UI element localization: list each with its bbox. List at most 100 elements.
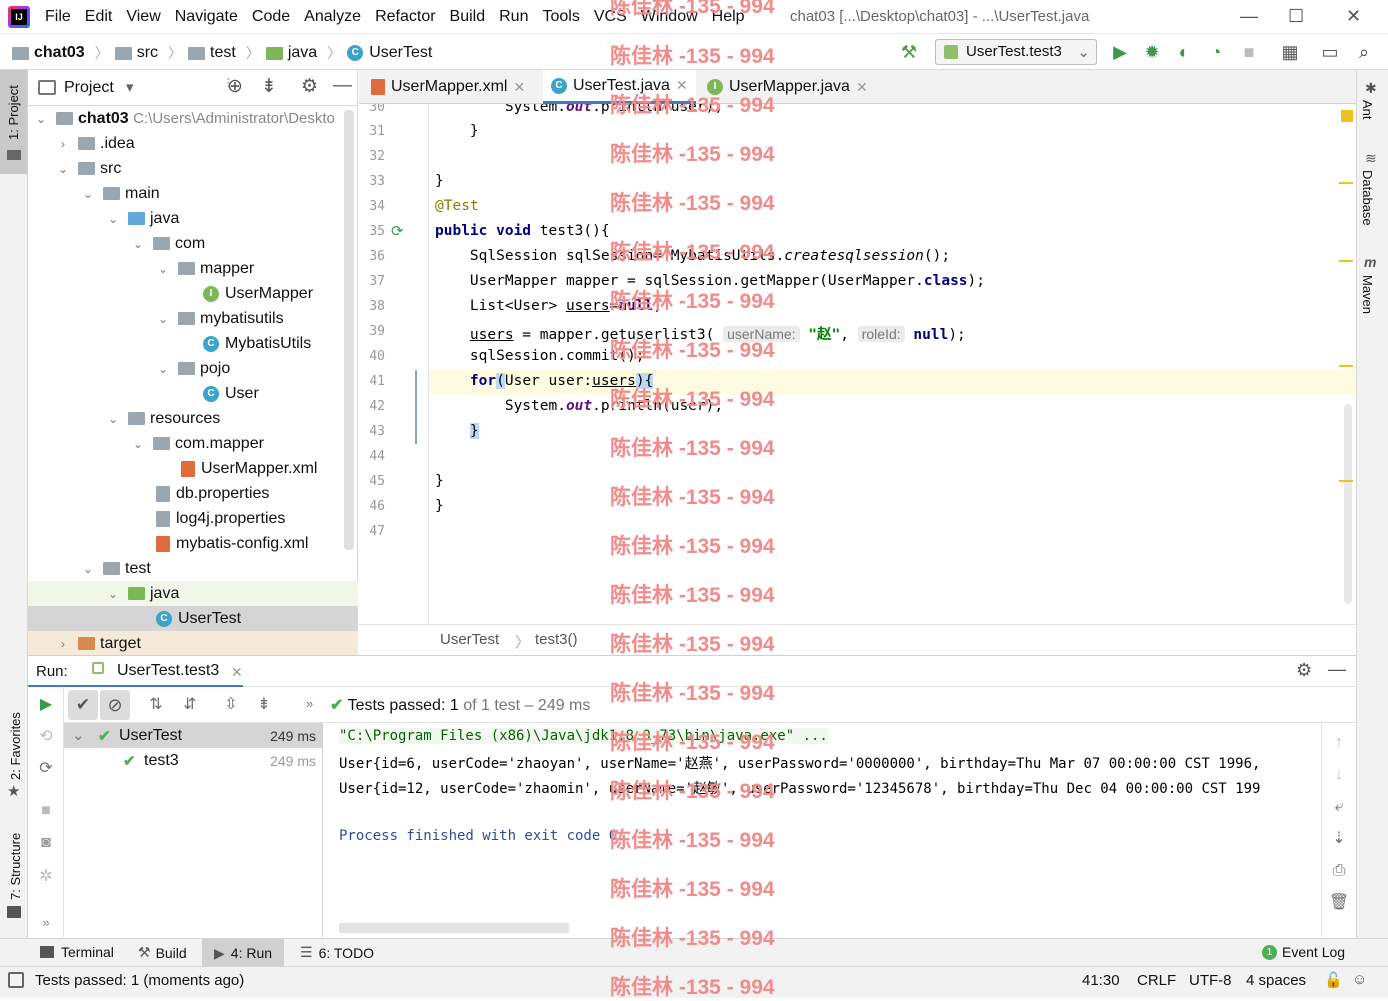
run-icon[interactable]: ▶ [1108, 40, 1132, 64]
menu-refactor[interactable]: Refactor [375, 8, 435, 26]
structure-tab[interactable]: 7: Structure [8, 833, 23, 900]
collapse-all-icon[interactable]: ⇟ [252, 693, 276, 717]
tree-item-pojo[interactable]: ⌄ pojo [28, 356, 358, 381]
stop-icon[interactable]: ■ [34, 799, 58, 823]
crumb-java[interactable]: java [265, 44, 317, 62]
run-test-gutter-icon[interactable]: ⟳ [391, 222, 404, 240]
editor-scrollbar[interactable] [1344, 404, 1352, 604]
ant-tab[interactable]: Ant [1360, 100, 1375, 120]
chevron-down-icon[interactable]: ▾ [126, 78, 134, 96]
menu-help[interactable]: Help [712, 8, 745, 26]
menu-run[interactable]: Run [499, 8, 528, 26]
presentation-icon[interactable]: ▭ [1318, 40, 1342, 64]
rerun-failed-icon[interactable]: ⟲ [34, 725, 58, 749]
terminal-tool-button[interactable]: Terminal [40, 944, 114, 960]
indent-setting[interactable]: 4 spaces [1246, 972, 1306, 989]
close-tab-icon[interactable]: ✕ [231, 664, 243, 681]
more-icon[interactable]: » [306, 696, 313, 711]
down-arrow-icon[interactable]: ↓ [1327, 763, 1351, 787]
menu-navigate[interactable]: Navigate [175, 8, 238, 26]
caret-position[interactable]: 41:30 [1082, 972, 1120, 989]
show-ignored-icon[interactable]: ⊘ [100, 690, 130, 720]
file-encoding[interactable]: UTF-8 [1189, 972, 1232, 989]
hide-icon[interactable]: — [333, 75, 352, 97]
tree-item-com[interactable]: ⌄ com [28, 231, 358, 256]
tree-item-log4j-properties[interactable]: log4j.properties [28, 506, 358, 531]
tree-item-mybatisutils-class[interactable]: C MybatisUtils [28, 331, 358, 356]
profile-icon[interactable]: ◔ [1204, 40, 1228, 64]
rerun-icon[interactable]: ▶ [34, 693, 58, 717]
tree-item-usermapper[interactable]: I UserMapper [28, 281, 358, 306]
menu-build[interactable]: Build [450, 8, 486, 26]
hammer-build-icon[interactable]: ⚒ [897, 40, 921, 64]
settings-icon[interactable]: ✲ [34, 865, 58, 889]
crumb-project[interactable]: chat03 [12, 44, 85, 62]
expand-all-icon[interactable]: ⇳ [219, 693, 243, 717]
tree-item-src[interactable]: ⌄ src [28, 156, 358, 181]
sort-alpha-icon[interactable]: ⇅ [144, 693, 168, 717]
menu-vcs[interactable]: VCS [594, 8, 627, 26]
locate-icon[interactable]: ⊕ [227, 75, 243, 98]
tree-item-main[interactable]: ⌄ main [28, 181, 358, 206]
run-tab[interactable]: UserTest.test3 [117, 662, 219, 680]
tree-item-com-mapper[interactable]: ⌄ com.mapper [28, 431, 358, 456]
run-configuration-select[interactable]: UserTest.test3 ⌄ [935, 39, 1097, 65]
scroll-to-end-icon[interactable]: ⇣ [1327, 827, 1351, 851]
debug-icon[interactable]: ✹ [1140, 40, 1164, 64]
run-tool-button[interactable]: ▶ 4: Run [202, 939, 284, 967]
database-tab[interactable]: Database [1360, 170, 1375, 226]
close-tab-icon[interactable]: ✕ [513, 79, 525, 96]
tree-item-resources[interactable]: ⌄ resources [28, 406, 358, 431]
print-icon[interactable]: ⎙ [1327, 859, 1351, 883]
tab-usertest-java[interactable]: C UserTest.java ✕ [543, 70, 696, 104]
favorites-tab[interactable]: 2: Favorites [8, 712, 23, 780]
soft-wrap-icon[interactable]: ⤶ [1327, 795, 1351, 819]
gear-icon[interactable]: ⚙ [301, 75, 318, 98]
tree-item-test[interactable]: ⌄ test [28, 556, 358, 581]
tree-item-test-java[interactable]: ⌄ java [28, 581, 358, 606]
hide-icon[interactable]: — [1328, 659, 1346, 680]
vertical-scrollbar[interactable] [344, 110, 354, 550]
breadcrumb-method[interactable]: test3() [535, 631, 578, 648]
up-arrow-icon[interactable]: ↑ [1327, 731, 1351, 755]
tree-item-idea[interactable]: › .idea [28, 131, 358, 156]
close-tab-icon[interactable]: ✕ [676, 77, 688, 94]
tree-item-db-properties[interactable]: db.properties [28, 481, 358, 506]
tab-usermapper-xml[interactable]: UserMapper.xml ✕ [363, 70, 533, 104]
crumb-usertest[interactable]: C UserTest [347, 44, 432, 62]
line-separator[interactable]: CRLF [1137, 972, 1176, 989]
status-message[interactable]: Tests passed: 1 (moments ago) [35, 972, 244, 989]
tool-windows-icon[interactable] [8, 972, 24, 988]
show-passed-icon[interactable]: ✔ [68, 690, 98, 720]
build-tool-button[interactable]: ⚒ Build [138, 944, 187, 961]
menu-window[interactable]: Window [641, 8, 698, 26]
tree-item-mybatis-config[interactable]: mybatis-config.xml [28, 531, 358, 556]
menu-analyze[interactable]: Analyze [304, 8, 361, 26]
gear-icon[interactable]: ⚙ [1296, 660, 1312, 681]
event-log-button[interactable]: 1 Event Log [1262, 944, 1345, 960]
tree-item-mybatisutils[interactable]: ⌄ mybatisutils [28, 306, 358, 331]
maximize-icon[interactable]: ☐ [1288, 6, 1304, 27]
tree-item-main-java[interactable]: ⌄ java [28, 206, 358, 231]
todo-tool-button[interactable]: ☰ 6: TODO [300, 944, 374, 961]
close-icon[interactable]: ✕ [1346, 6, 1361, 27]
stop-icon[interactable]: ■ [1237, 40, 1261, 64]
test-row-usertest[interactable]: ⌄ ✔ UserTest 249 ms [64, 723, 322, 748]
coverage-icon[interactable]: ◐ [1172, 40, 1196, 64]
tree-item-chat03[interactable]: ⌄ chat03 C:\Users\Administrator\Deskto [34, 106, 364, 131]
lock-icon[interactable]: 🔓 [1324, 971, 1343, 989]
inspection-status-icon[interactable] [1341, 110, 1353, 122]
console-output[interactable]: "C:\Program Files (x86)\Java\jdk1.8.0_73… [323, 723, 1321, 937]
menu-edit[interactable]: Edit [85, 8, 113, 26]
project-tool-tab[interactable]: 1: Project [0, 70, 27, 174]
minimize-icon[interactable]: — [1240, 6, 1258, 27]
menu-view[interactable]: View [126, 8, 160, 26]
crumb-src[interactable]: src [114, 44, 158, 62]
tab-usermapper-java[interactable]: I UserMapper.java ✕ [699, 70, 876, 104]
collapse-all-icon[interactable]: ⇟ [261, 75, 277, 98]
crumb-test[interactable]: test [188, 44, 236, 62]
breadcrumb-class[interactable]: UserTest [440, 631, 499, 648]
tree-item-usermapper-xml[interactable]: UserMapper.xml [28, 456, 358, 481]
camera-icon[interactable]: ◙ [34, 831, 58, 855]
project-structure-icon[interactable]: ▦ [1278, 40, 1302, 64]
